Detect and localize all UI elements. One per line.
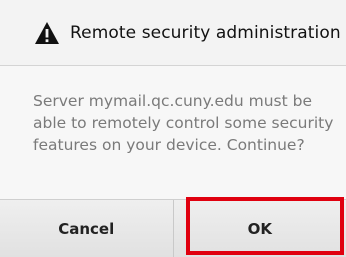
ok-button[interactable]: OK <box>174 200 346 257</box>
remote-security-dialog: Remote security administration Server my… <box>0 0 346 257</box>
cancel-button-label: Cancel <box>58 219 115 238</box>
dialog-message: Server mymail.qc.cuny.edu must be able t… <box>33 92 334 154</box>
dialog-title-bar: Remote security administration <box>0 0 346 66</box>
dialog-title: Remote security administration <box>70 22 341 43</box>
dialog-button-bar: Cancel OK <box>0 199 346 257</box>
cancel-button[interactable]: Cancel <box>0 200 174 257</box>
warning-triangle-icon <box>35 21 59 44</box>
ok-button-label: OK <box>247 219 272 238</box>
